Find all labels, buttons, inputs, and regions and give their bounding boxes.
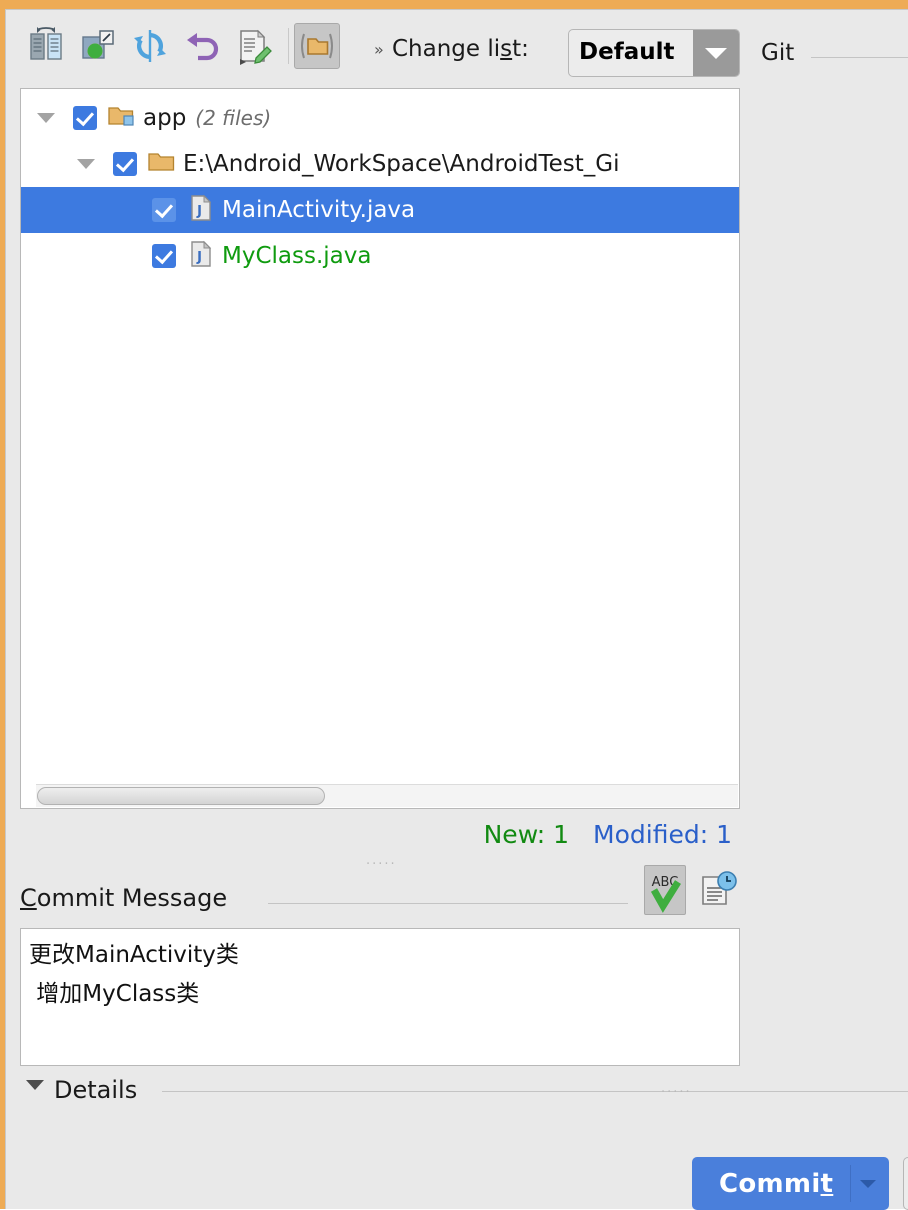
java-file-icon: J <box>189 240 213 273</box>
tree-node-label: E:\Android_WorkSpace\AndroidTest_Gi <box>183 151 620 177</box>
changelist-combobox[interactable]: Default <box>568 29 740 77</box>
changelist-label-pre: Change li <box>392 36 501 62</box>
svg-text:J: J <box>196 204 202 219</box>
changelist-dropdown-button[interactable] <box>693 30 739 76</box>
commit-button-label-mnemonic: t <box>820 1168 834 1199</box>
commit-changes-window: » Change list: Default Git app (2 files)… <box>0 0 908 1210</box>
file-checkbox[interactable] <box>152 198 176 222</box>
expand-twisty-icon[interactable] <box>37 113 55 123</box>
file-checkbox[interactable] <box>113 152 137 176</box>
tree-row[interactable]: J MainActivity.java <box>21 187 739 233</box>
change-counts: New: 1 Modified: 1 <box>484 820 732 849</box>
tree-splitter-grip[interactable]: ····· <box>366 858 397 871</box>
tree-node-label: MyClass.java <box>222 243 372 269</box>
file-checkbox[interactable] <box>152 244 176 268</box>
modified-files-count: Modified: 1 <box>593 820 732 849</box>
commit-button-divider <box>850 1165 851 1202</box>
changed-files-tree[interactable]: app (2 files) E:\Android_WorkSpace\Andro… <box>20 88 740 809</box>
changelist-selected-value: Default <box>579 39 675 65</box>
module-folder-icon <box>108 104 136 133</box>
commit-message-title-mnemonic: C <box>20 884 37 912</box>
show-diff-external-icon[interactable] <box>78 26 118 66</box>
changelist-label-post: t: <box>512 36 529 62</box>
commit-message-rule <box>268 903 628 904</box>
tree-row[interactable]: J MyClass.java <box>21 233 739 279</box>
rollback-icon[interactable] <box>182 26 222 66</box>
group-by-directory-icon[interactable] <box>294 23 340 69</box>
tree-row[interactable]: E:\Android_WorkSpace\AndroidTest_Gi <box>21 141 739 187</box>
details-expand-icon[interactable] <box>26 1080 44 1090</box>
window-inner: » Change list: Default Git app (2 files)… <box>5 9 908 1210</box>
folder-icon <box>148 150 176 179</box>
git-section-rule <box>811 57 908 58</box>
refresh-icon[interactable] <box>130 26 170 66</box>
commit-message-history-icon[interactable] <box>698 870 738 910</box>
scrollbar-thumb[interactable] <box>37 787 325 805</box>
tree-horizontal-scrollbar[interactable] <box>36 784 738 807</box>
changelist-label-mnemonic: s <box>500 36 513 62</box>
chevron-down-icon <box>705 47 727 59</box>
new-files-count: New: 1 <box>483 820 570 849</box>
spellcheck-abc-icon[interactable]: ABC <box>644 865 686 915</box>
tree-row[interactable]: app (2 files) <box>21 95 739 141</box>
toolbar: » Change list: Default Git <box>6 10 908 79</box>
toolbar-overflow-chevron[interactable]: » <box>374 40 384 59</box>
tree-node-count: (2 files) <box>195 106 272 130</box>
tree-node-label: app <box>143 105 187 131</box>
tree-node-label: MainActivity.java <box>222 197 416 223</box>
toolbar-separator <box>288 28 289 64</box>
cancel-button[interactable] <box>903 1157 908 1210</box>
commit-button-label-pre: Commi <box>719 1168 821 1199</box>
svg-text:J: J <box>196 250 202 265</box>
details-splitter-grip[interactable]: ····· <box>661 1086 692 1099</box>
changelist-label: Change list: <box>392 36 529 62</box>
edit-source-icon[interactable] <box>234 26 274 66</box>
commit-message-title: Commit Message <box>20 884 228 912</box>
details-rule <box>162 1091 908 1092</box>
details-label[interactable]: Details <box>54 1076 137 1104</box>
commit-button[interactable]: Commit <box>692 1157 889 1210</box>
java-file-icon: J <box>189 194 213 227</box>
commit-message-input[interactable]: 更改MainActivity类 增加MyClass类 <box>20 928 740 1066</box>
expand-twisty-icon[interactable] <box>77 159 95 169</box>
show-diff-icon[interactable] <box>26 26 66 66</box>
commit-button-label: Commit <box>719 1169 833 1199</box>
git-section-title: Git <box>761 40 795 66</box>
file-checkbox[interactable] <box>73 106 97 130</box>
chevron-down-icon[interactable] <box>860 1180 876 1188</box>
